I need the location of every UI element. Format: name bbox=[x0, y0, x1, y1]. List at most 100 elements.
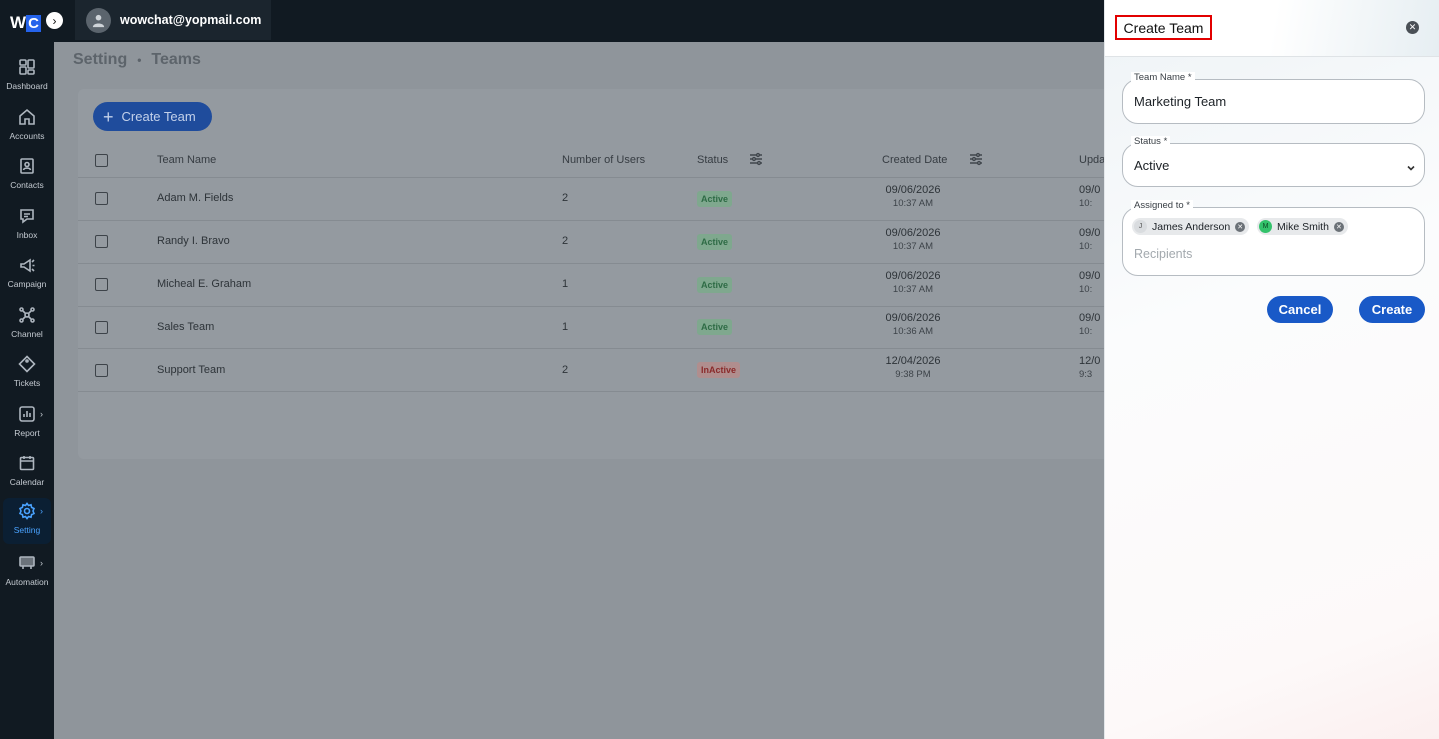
created-time: 10:37 AM bbox=[892, 198, 934, 209]
updated-date-cell: 09/0 10: bbox=[1079, 270, 1105, 295]
created-date-cell: 09/06/2026 10:37 AM bbox=[881, 270, 945, 295]
chevron-right-icon: › bbox=[40, 506, 43, 516]
updated-date-cell: 09/0 10: bbox=[1079, 312, 1105, 337]
created-time: 10:37 AM bbox=[892, 241, 934, 252]
users-count-cell: 1 bbox=[562, 321, 569, 333]
assigned-to-field[interactable]: Assigned to * J James Anderson ✕ M Mike … bbox=[1122, 200, 1425, 276]
status-badge: InActive bbox=[697, 362, 741, 378]
team-name-cell: Micheal E. Graham bbox=[157, 278, 252, 290]
panel-header: Create Team ✕ bbox=[1105, 0, 1439, 57]
status-badge: Active bbox=[697, 191, 733, 207]
team-name-input[interactable]: Marketing Team bbox=[1134, 94, 1226, 109]
status-badge: Active bbox=[697, 277, 733, 293]
row-checkbox[interactable] bbox=[95, 235, 108, 248]
recipient-chip[interactable]: M Mike Smith ✕ bbox=[1257, 218, 1348, 235]
chevron-down-icon bbox=[1406, 160, 1416, 171]
column-header-created-date: Created Date bbox=[882, 154, 948, 166]
sidebar-item-setting[interactable]: › Setting bbox=[3, 498, 51, 544]
created-date-filter-icon[interactable] bbox=[969, 152, 983, 166]
report-icon bbox=[19, 406, 35, 422]
plus-icon: + bbox=[103, 106, 114, 127]
updated-date: 12/0 bbox=[1079, 355, 1101, 367]
created-date-cell: 12/04/2026 9:38 PM bbox=[881, 355, 945, 380]
sidebar-item-label: Setting bbox=[13, 525, 41, 535]
team-name-cell: Support Team bbox=[157, 364, 226, 376]
created-date: 09/06/2026 bbox=[885, 270, 941, 282]
column-header-status: Status bbox=[697, 154, 729, 166]
column-header-number-of-users: Number of Users bbox=[562, 154, 646, 166]
row-checkbox[interactable] bbox=[95, 278, 108, 291]
chip-name: Mike Smith bbox=[1277, 220, 1329, 233]
created-date: 12/04/2026 bbox=[885, 355, 941, 367]
breadcrumb-root[interactable]: Setting bbox=[73, 51, 127, 68]
recipient-chip[interactable]: J James Anderson ✕ bbox=[1132, 218, 1250, 235]
sidebar-item-inbox[interactable]: Inbox bbox=[0, 203, 54, 249]
remove-chip-icon[interactable]: ✕ bbox=[1333, 221, 1344, 232]
user-menu[interactable]: wowchat@yopmail.com bbox=[75, 0, 271, 40]
automation-icon bbox=[19, 556, 35, 569]
status-label: Status * bbox=[1131, 136, 1171, 147]
sidebar-item-tickets[interactable]: Tickets bbox=[0, 351, 54, 397]
row-checkbox[interactable] bbox=[95, 192, 108, 205]
updated-time: 9:3 bbox=[1079, 369, 1093, 380]
team-name-field[interactable]: Team Name * Marketing Team bbox=[1122, 72, 1425, 124]
sidebar-item-dashboard[interactable]: Dashboard bbox=[0, 54, 54, 100]
sidebar-item-label: Tickets bbox=[13, 378, 41, 388]
assigned-to-label: Assigned to * bbox=[1131, 200, 1193, 211]
sidebar-toggle-button[interactable]: › bbox=[46, 12, 63, 29]
teams-card bbox=[78, 89, 1138, 459]
column-header-updated-date: Upda bbox=[1079, 154, 1106, 166]
row-checkbox[interactable] bbox=[95, 364, 108, 377]
sidebar-item-label: Inbox bbox=[16, 230, 38, 240]
row-checkbox[interactable] bbox=[95, 321, 108, 334]
sidebar-item-contacts[interactable]: Contacts bbox=[0, 153, 54, 199]
team-name-cell: Adam M. Fields bbox=[157, 192, 234, 204]
status-badge: Active bbox=[697, 234, 733, 250]
sidebar-item-campaign[interactable]: Campaign bbox=[0, 252, 54, 298]
status-filter-icon[interactable] bbox=[749, 152, 763, 166]
recipients-input[interactable]: Recipients bbox=[1134, 247, 1192, 261]
row-divider bbox=[78, 263, 1104, 264]
sidebar-item-channel[interactable]: Channel bbox=[0, 302, 54, 348]
inbox-icon bbox=[20, 209, 34, 224]
create-team-button[interactable]: + Create Team bbox=[93, 102, 212, 131]
users-count-cell: 2 bbox=[562, 192, 569, 204]
sidebar-item-label: Campaign bbox=[7, 279, 47, 289]
channel-icon bbox=[19, 307, 35, 323]
dashboard-icon bbox=[19, 59, 35, 75]
updated-time: 10: bbox=[1079, 241, 1093, 252]
close-icon[interactable]: ✕ bbox=[1406, 21, 1419, 34]
sidebar-item-calendar[interactable]: Calendar bbox=[0, 450, 54, 496]
updated-date: 09/0 bbox=[1079, 270, 1101, 282]
updated-date: 09/0 bbox=[1079, 312, 1101, 324]
create-team-label: Create Team bbox=[121, 109, 196, 124]
users-count-cell: 2 bbox=[562, 235, 569, 247]
gear-icon bbox=[18, 502, 36, 520]
logo: W C bbox=[10, 12, 42, 34]
status-select[interactable]: Status * Active bbox=[1122, 136, 1425, 187]
sidebar-item-label: Automation bbox=[5, 577, 49, 587]
sidebar-item-label: Contacts bbox=[10, 180, 44, 190]
home-icon bbox=[19, 108, 35, 125]
create-button[interactable]: Create bbox=[1359, 296, 1425, 323]
remove-chip-icon[interactable]: ✕ bbox=[1235, 221, 1246, 232]
sidebar-item-accounts[interactable]: Accounts bbox=[0, 104, 54, 150]
created-time: 10:37 AM bbox=[892, 284, 934, 295]
sidebar: W C Dashboard Accounts Contacts Inbox Ca… bbox=[0, 0, 54, 739]
select-all-checkbox[interactable] bbox=[95, 154, 108, 167]
cancel-button[interactable]: Cancel bbox=[1267, 296, 1333, 323]
chevron-right-icon: › bbox=[40, 558, 43, 568]
breadcrumb-current: Teams bbox=[151, 51, 201, 68]
row-divider bbox=[78, 348, 1104, 349]
updated-date-cell: 12/0 9:3 bbox=[1079, 355, 1105, 380]
ticket-icon bbox=[18, 355, 36, 373]
sidebar-item-report[interactable]: › Report bbox=[0, 401, 54, 447]
row-divider bbox=[78, 220, 1104, 221]
created-date-cell: 09/06/2026 10:36 AM bbox=[881, 312, 945, 337]
sidebar-item-automation[interactable]: › Automation bbox=[0, 550, 54, 596]
breadcrumb: Setting • Teams bbox=[73, 51, 201, 69]
created-date: 09/06/2026 bbox=[885, 227, 941, 239]
sidebar-item-label: Channel bbox=[11, 329, 43, 339]
logo-w: W bbox=[10, 13, 26, 32]
user-icon bbox=[92, 14, 105, 27]
